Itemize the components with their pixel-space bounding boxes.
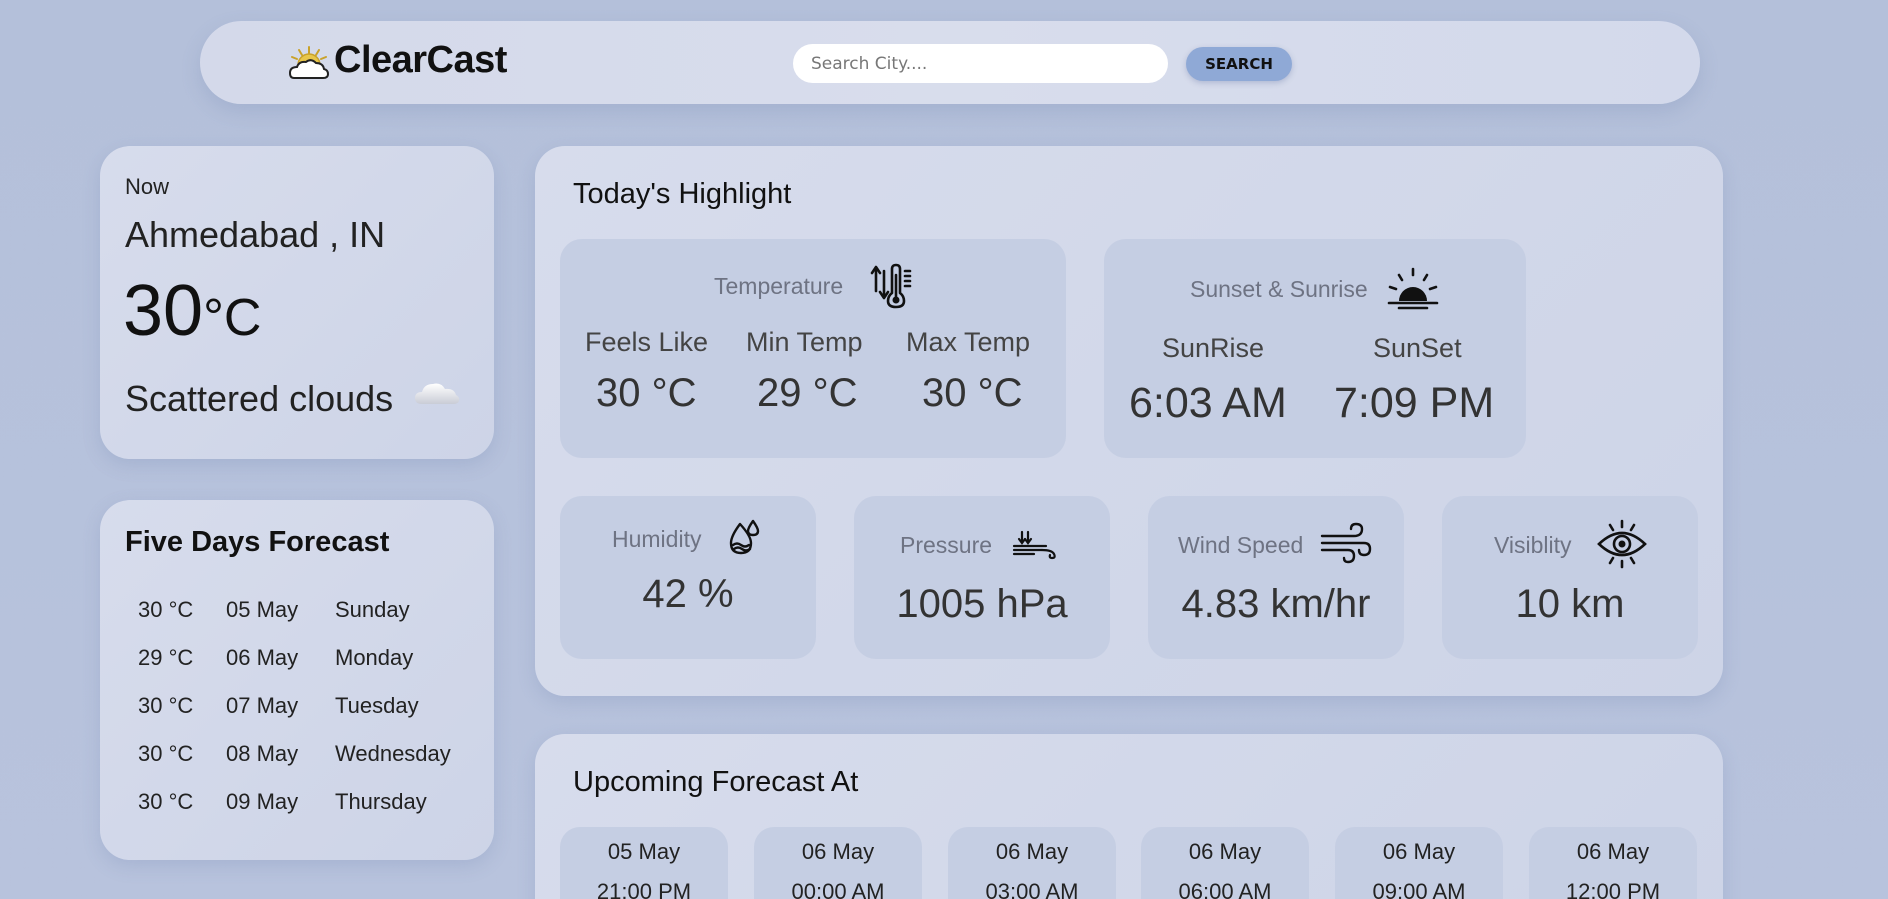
max-temp-label: Max Temp	[906, 327, 1031, 357]
city-name: Ahmedabad , IN	[125, 214, 386, 255]
logo-sun-cloud-icon	[288, 46, 330, 79]
visibility-value: 10 km	[1515, 582, 1625, 626]
humidity-icon	[729, 519, 760, 555]
current-temperature: 30°C	[123, 270, 261, 352]
forecast-temp: 29 °C	[138, 645, 194, 670]
search-city-input[interactable]	[793, 44, 1168, 83]
humidity-value: 42 %	[642, 572, 734, 616]
pressure-label: Pressure	[900, 532, 993, 558]
current-weather-card: Now Ahmedabad , IN 30°C Scattered clouds	[100, 146, 494, 459]
hourly-date: 06 May	[801, 839, 875, 864]
visibility-tile: Visiblity 10 km	[1442, 496, 1698, 659]
five-days-title: Five Days Forecast	[125, 526, 390, 558]
upcoming-forecast-card: Upcoming Forecast At 05 May 21:00 PM 06 …	[535, 734, 1723, 899]
cloud-icon	[415, 383, 460, 404]
forecast-day: Sunday	[335, 597, 410, 622]
hourly-time: 12:00 PM	[1565, 879, 1661, 899]
hourly-forecast-tile: 06 May 03:00 AM	[948, 827, 1116, 899]
app-logo-text: ClearCast	[334, 39, 507, 81]
hourly-time: 03:00 AM	[985, 879, 1079, 899]
weather-description: Scattered clouds	[125, 378, 394, 419]
sunrise-icon	[1387, 267, 1439, 310]
visibility-label: Visiblity	[1494, 532, 1572, 558]
sunset-time: 7:09 PM	[1334, 379, 1495, 427]
hourly-time: 00:00 AM	[791, 879, 885, 899]
highlight-title: Today's Highlight	[573, 178, 792, 210]
humidity-tile: Humidity 42 %	[560, 496, 816, 659]
wind-speed-tile: Wind Speed 4.83 km/hr	[1148, 496, 1404, 659]
upcoming-title: Upcoming Forecast At	[573, 766, 859, 798]
hourly-date: 05 May	[607, 839, 681, 864]
temperature-tile: Temperature Feels Like 30 °C Min Temp 29…	[560, 239, 1066, 458]
pressure-value: 1005 hPa	[896, 582, 1068, 626]
feels-like-value: 30 °C	[596, 371, 697, 415]
forecast-temp: 30 °C	[138, 789, 194, 814]
hourly-date: 06 May	[1188, 839, 1262, 864]
sunrise-sunset-tile: Sunset & Sunrise SunRise 6:03 AM SunSet …	[1104, 239, 1526, 458]
forecast-date: 06 May	[226, 645, 299, 670]
forecast-date: 05 May	[226, 597, 299, 622]
wind-icon	[1320, 522, 1372, 564]
sunset-label: SunSet	[1373, 333, 1462, 363]
forecast-temp: 30 °C	[138, 597, 194, 622]
hourly-date: 06 May	[1382, 839, 1456, 864]
temp-unit: °C	[203, 289, 262, 347]
forecast-date: 07 May	[226, 693, 299, 718]
hourly-date: 06 May	[995, 839, 1069, 864]
forecast-day: Tuesday	[335, 693, 419, 718]
forecast-day: Monday	[335, 645, 414, 670]
hourly-time: 06:00 AM	[1178, 879, 1272, 899]
temperature-label: Temperature	[714, 273, 844, 299]
sunrise-time: 6:03 AM	[1129, 379, 1287, 427]
search-button[interactable]: SEARCH	[1186, 47, 1292, 81]
min-temp-label: Min Temp	[746, 327, 863, 357]
hourly-forecast-tile: 06 May 06:00 AM	[1141, 827, 1309, 899]
hourly-forecast-tile: 06 May 00:00 AM	[754, 827, 922, 899]
hourly-forecast-tile: 06 May 09:00 AM	[1335, 827, 1503, 899]
todays-highlight-card: Today's Highlight Temperature Feels Like…	[535, 146, 1723, 696]
now-label: Now	[125, 174, 170, 199]
top-header: ClearCast SEARCH	[200, 21, 1700, 104]
forecast-temp: 30 °C	[138, 693, 194, 718]
hourly-forecast-tile: 06 May 12:00 PM	[1529, 827, 1697, 899]
pressure-icon	[1012, 530, 1056, 560]
humidity-label: Humidity	[612, 526, 702, 552]
hourly-date: 06 May	[1576, 839, 1650, 864]
feels-like-label: Feels Like	[585, 327, 709, 357]
wind-speed-label: Wind Speed	[1178, 532, 1304, 558]
five-days-forecast-card: Five Days Forecast 30 °C 05 May Sunday 2…	[100, 500, 494, 860]
forecast-temp: 30 °C	[138, 741, 194, 766]
hourly-time: 09:00 AM	[1372, 879, 1466, 899]
current-temp-value: 30	[123, 271, 204, 351]
forecast-day: Wednesday	[335, 741, 451, 766]
forecast-date: 08 May	[226, 741, 299, 766]
hourly-time: 21:00 PM	[596, 879, 692, 899]
forecast-date: 09 May	[226, 789, 299, 814]
max-temp-value: 30 °C	[922, 371, 1023, 415]
pressure-tile: Pressure 1005 hPa	[854, 496, 1110, 659]
forecast-day: Thursday	[335, 789, 427, 814]
thermometer-icon	[870, 263, 912, 309]
wind-speed-value: 4.83 km/hr	[1181, 582, 1371, 626]
eye-icon	[1597, 519, 1647, 569]
sunrise-label: SunRise	[1162, 333, 1265, 363]
min-temp-value: 29 °C	[757, 371, 858, 415]
sun-label: Sunset & Sunrise	[1190, 276, 1368, 302]
hourly-forecast-tile: 05 May 21:00 PM	[560, 827, 728, 899]
